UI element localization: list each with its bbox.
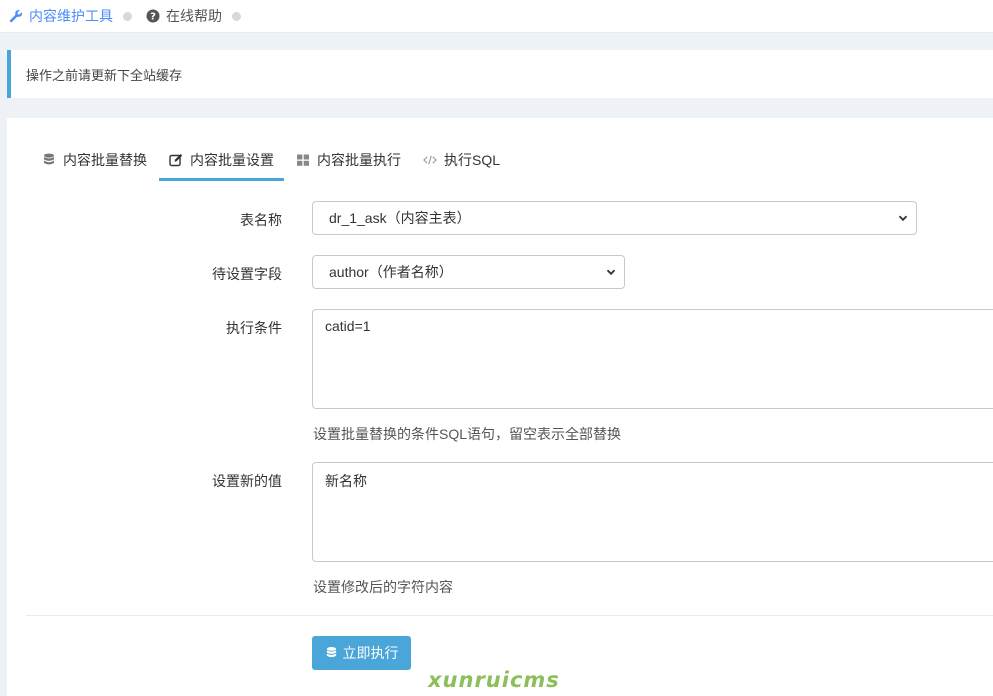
- condition-help-text: 设置批量替换的条件SQL语句，留空表示全部替换: [313, 426, 622, 442]
- button-label: 立即执行: [342, 645, 399, 661]
- database-icon: [325, 646, 338, 660]
- question-circle-icon: ?: [146, 9, 160, 23]
- condition-label: 执行条件: [226, 320, 282, 336]
- watermark-logo: xunruicms: [428, 668, 560, 692]
- tab-bar: 内容批量替换 内容批量设置 内容批量执行 执行SQL: [32, 140, 512, 181]
- breadcrumb-label: 在线帮助: [166, 8, 222, 24]
- code-icon: [423, 153, 437, 167]
- edit-icon: [169, 153, 183, 167]
- field-select[interactable]: author（作者名称）: [312, 255, 625, 289]
- cache-notice: 操作之前请更新下全站缓存: [7, 50, 993, 98]
- select-value: author（作者名称）: [329, 264, 453, 280]
- new-value-textarea[interactable]: 新名称: [312, 462, 993, 562]
- new-value-help-text: 设置修改后的字符内容: [313, 579, 453, 595]
- execute-button[interactable]: 立即执行: [312, 636, 411, 670]
- main-panel: 内容批量替换 内容批量设置 内容批量执行 执行SQL 表名称 dr_1_ask（…: [7, 118, 993, 696]
- new-value-label: 设置新的值: [212, 473, 282, 489]
- tab-label: 内容批量执行: [317, 152, 401, 168]
- tab-execute-sql[interactable]: 执行SQL: [413, 140, 510, 180]
- svg-text:?: ?: [150, 12, 156, 23]
- select-value: dr_1_ask（内容主表）: [329, 210, 471, 226]
- breadcrumb-item-help[interactable]: ? 在线帮助: [146, 6, 222, 26]
- tab-batch-settings[interactable]: 内容批量设置: [159, 140, 284, 181]
- chevron-down-icon: [898, 215, 908, 222]
- tab-label: 内容批量设置: [190, 152, 274, 168]
- tab-batch-execute[interactable]: 内容批量执行: [286, 140, 411, 180]
- tab-label: 执行SQL: [444, 152, 501, 168]
- table-name-label: 表名称: [240, 212, 282, 228]
- textarea-value: 新名称: [325, 473, 367, 489]
- textarea-value: catid=1: [325, 318, 371, 334]
- table-name-select[interactable]: dr_1_ask（内容主表）: [312, 201, 917, 235]
- breadcrumb-separator: [232, 11, 241, 21]
- form-divider: [26, 615, 993, 616]
- grid-icon: [296, 153, 310, 167]
- tab-label: 内容批量替换: [63, 152, 147, 168]
- breadcrumb-label: 内容维护工具: [29, 8, 113, 24]
- database-icon: [42, 153, 56, 167]
- condition-textarea[interactable]: catid=1: [312, 309, 993, 409]
- tab-batch-replace[interactable]: 内容批量替换: [32, 140, 157, 180]
- breadcrumb-item-content-tools[interactable]: 内容维护工具: [9, 6, 113, 26]
- breadcrumb-separator: [123, 11, 132, 21]
- field-label: 待设置字段: [212, 266, 282, 282]
- chevron-down-icon: [606, 269, 616, 276]
- breadcrumb: 内容维护工具 ? 在线帮助: [0, 0, 993, 33]
- notice-text: 操作之前请更新下全站缓存: [26, 67, 183, 83]
- wrench-icon: [9, 9, 23, 23]
